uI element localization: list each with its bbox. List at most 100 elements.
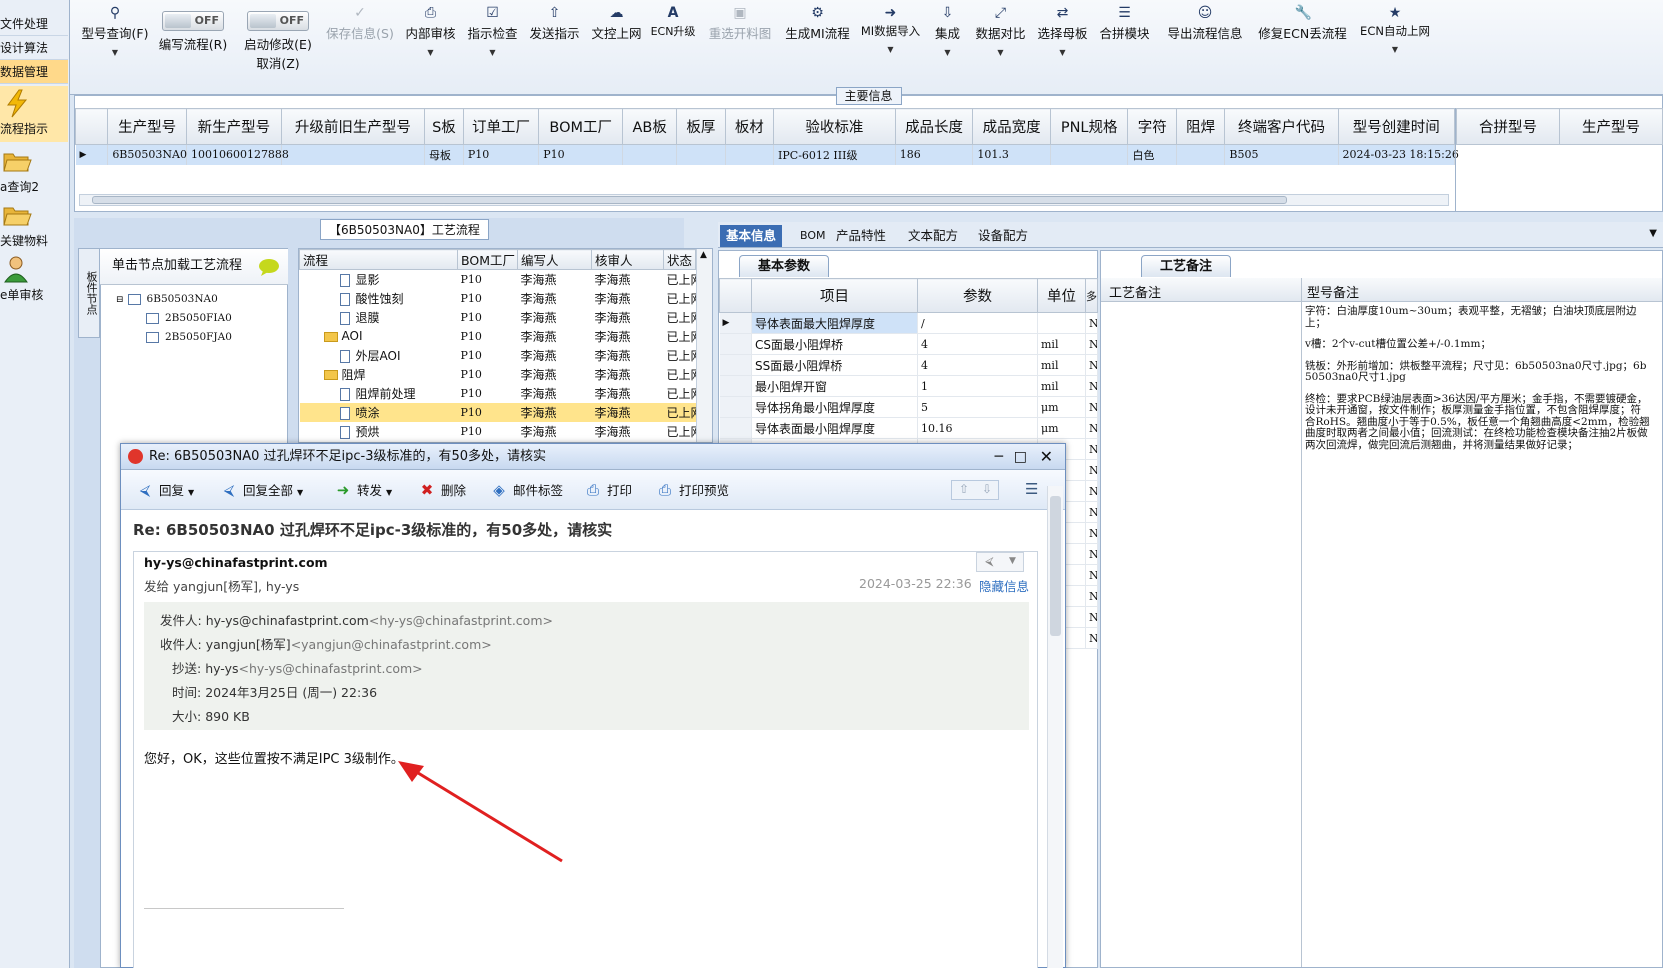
list-item[interactable]: 酸性蚀刻P10李海燕李海燕已上网 [300,289,696,308]
table-cell[interactable]: 李海燕 [518,270,592,289]
column-header[interactable]: 参数 [917,278,1038,313]
table-cell[interactable]: 已上网 [664,365,696,384]
table-cell[interactable]: 李海燕 [518,422,592,441]
row-selector[interactable] [719,375,752,397]
up-arrow-icon[interactable]: ⇧ [959,482,969,496]
checkbox[interactable] [127,293,141,305]
table-cell[interactable]: P10 [458,270,518,289]
maximize-icon[interactable]: □ [1014,444,1027,470]
table-cell[interactable]: P10 [458,289,518,308]
table-cell[interactable]: N [1085,522,1098,544]
list-item[interactable]: 喷涂P10李海燕李海燕已上网 [299,402,696,422]
flow-name-cell[interactable]: 退膜 [300,308,458,327]
forward-button[interactable]: ➜ 转发 ▼ [333,480,392,499]
column-header[interactable]: 板厚 [676,108,726,145]
table-cell[interactable]: P10 [458,422,518,441]
table-cell[interactable]: N [1085,354,1098,376]
table-cell[interactable]: 李海燕 [592,384,664,403]
table-cell[interactable]: N [1085,459,1098,481]
chevron-down-icon[interactable]: ▼ [1009,556,1016,566]
subtab-basic-params[interactable]: 基本参数 [739,255,829,277]
row-selector[interactable]: ▶ [75,144,109,165]
table-cell[interactable]: mil [1037,333,1086,355]
table-cell[interactable]: 李海燕 [517,402,592,422]
mail-tag-button[interactable]: ◈ 邮件标签 [489,480,563,499]
toggle-switch[interactable]: OFF [247,11,309,31]
column-header[interactable]: 单位 [1037,278,1086,313]
flow-name-cell[interactable]: 阻焊前处理 [300,384,458,403]
table-cell[interactable]: N [1085,417,1098,439]
table-cell[interactable]: N [1085,438,1098,460]
print-preview-button[interactable]: ⎙ 打印预览 [655,480,729,499]
table-cell[interactable]: P10 [458,365,518,384]
scrollbar-thumb[interactable] [1050,496,1061,636]
table-cell[interactable]: 已上网 [664,346,696,365]
chevron-down-icon[interactable]: ▼ [297,488,303,497]
column-header[interactable]: BOM工厂 [538,108,624,145]
tree-child-node[interactable]: 2B5050FIA0 [146,312,232,324]
vertical-tab-board[interactable]: 板件节点 [78,248,100,338]
table-cell[interactable]: N [1085,564,1098,586]
table-cell[interactable]: IPC-6012 III级 [773,144,896,165]
table-cell[interactable] [1176,144,1226,165]
table-cell[interactable]: N [1085,627,1098,649]
table-row[interactable]: CS面最小阻焊桥4milN [719,333,1098,355]
table-cell[interactable]: 李海燕 [518,308,592,327]
fix-ecn-button[interactable]: 🔧 修复ECN丢流程 [1255,0,1350,90]
table-cell[interactable]: μm [1037,417,1086,439]
table-cell[interactable]: 李海燕 [518,289,592,308]
column-header[interactable]: AB板 [622,108,678,145]
table-cell[interactable] [1050,144,1129,165]
table-cell[interactable]: 5 [917,396,1038,418]
prev-next-buttons[interactable]: ⇧ ⇩ [951,480,999,500]
sidebar-item-data[interactable]: 数据管理 [0,60,68,84]
column-header[interactable]: BOM工厂 [457,249,518,270]
flow-name-cell[interactable]: AOI [300,327,458,346]
table-cell[interactable]: 10010600127888 [186,144,289,165]
reply-button[interactable]: ⮘ 回复 ▼ [135,480,194,499]
flow-name-cell[interactable]: 外层AOI [300,346,458,365]
table-row[interactable]: SS面最小阻焊桥4milN [719,354,1098,376]
table-cell[interactable]: 已上网 [663,402,696,422]
flow-name-cell[interactable]: 酸性蚀刻 [300,289,458,308]
delete-button[interactable]: ✖ 删除 [417,480,466,499]
chevron-down-icon[interactable]: ▼ [188,488,194,497]
table-cell[interactable]: mil [1037,354,1086,376]
merge-module-button[interactable]: ☰ 合拼模块 [1097,0,1152,90]
table-cell[interactable]: 李海燕 [592,365,664,384]
menu-icon[interactable]: ☰ [1025,480,1038,498]
regen-drawing-button[interactable]: ▣ 重选开料图 [705,0,775,90]
export-flow-button[interactable]: ☺ 导出流程信息 [1160,0,1250,90]
table-cell[interactable]: N [1085,480,1098,502]
table-cell[interactable]: 186 [895,144,974,165]
table-cell[interactable]: CS面最小阻焊桥 [751,333,918,355]
table-cell[interactable]: SS面最小阻焊桥 [751,354,918,376]
column-header[interactable]: 状态 [663,249,696,270]
table-cell[interactable]: mil [1037,375,1086,397]
sidebar-item-query[interactable]: a查询2 [0,144,68,200]
table-cell[interactable]: 导体表面最小阻焊厚度 [751,417,918,439]
tree-child-node[interactable]: 2B5050FJA0 [146,331,232,343]
table-row[interactable]: ▶ 6B50503NA0 10010600127888 母板 P10 P10 IPC-601… [75,144,1459,165]
checkbox[interactable] [146,331,159,343]
column-header[interactable]: 核审人 [591,249,664,270]
table-cell[interactable]: P10 [538,144,624,165]
column-header[interactable]: 流程 [299,249,458,270]
table-cell[interactable]: P10 [458,384,518,403]
list-item[interactable]: AOIP10李海燕李海燕已上网 [300,327,696,346]
column-header[interactable]: 多 [1085,278,1098,313]
table-cell[interactable]: N [1085,585,1098,607]
table-cell[interactable]: 已上网 [664,422,696,441]
column-header[interactable]: 成品宽度 [972,108,1051,145]
column-header[interactable]: 验收标准 [773,108,896,145]
tab-bom[interactable]: BOM [794,225,832,247]
table-row[interactable]: 最小阻焊开窗1milN [719,375,1098,397]
start-modify-toggle[interactable]: OFF 启动修改(E) 取消(Z) [238,0,318,90]
table-cell[interactable]: 已上网 [664,384,696,403]
ecn-upgrade-button[interactable]: A ECN升级 [648,0,698,90]
column-header[interactable]: 编写人 [517,249,592,270]
table-cell[interactable]: 李海燕 [592,346,664,365]
table-cell[interactable]: 母板 [424,144,464,165]
reply-all-button[interactable]: ⮘ 回复全部 ▼ [219,480,303,499]
list-item[interactable]: 退膜P10李海燕李海燕已上网 [300,308,696,327]
